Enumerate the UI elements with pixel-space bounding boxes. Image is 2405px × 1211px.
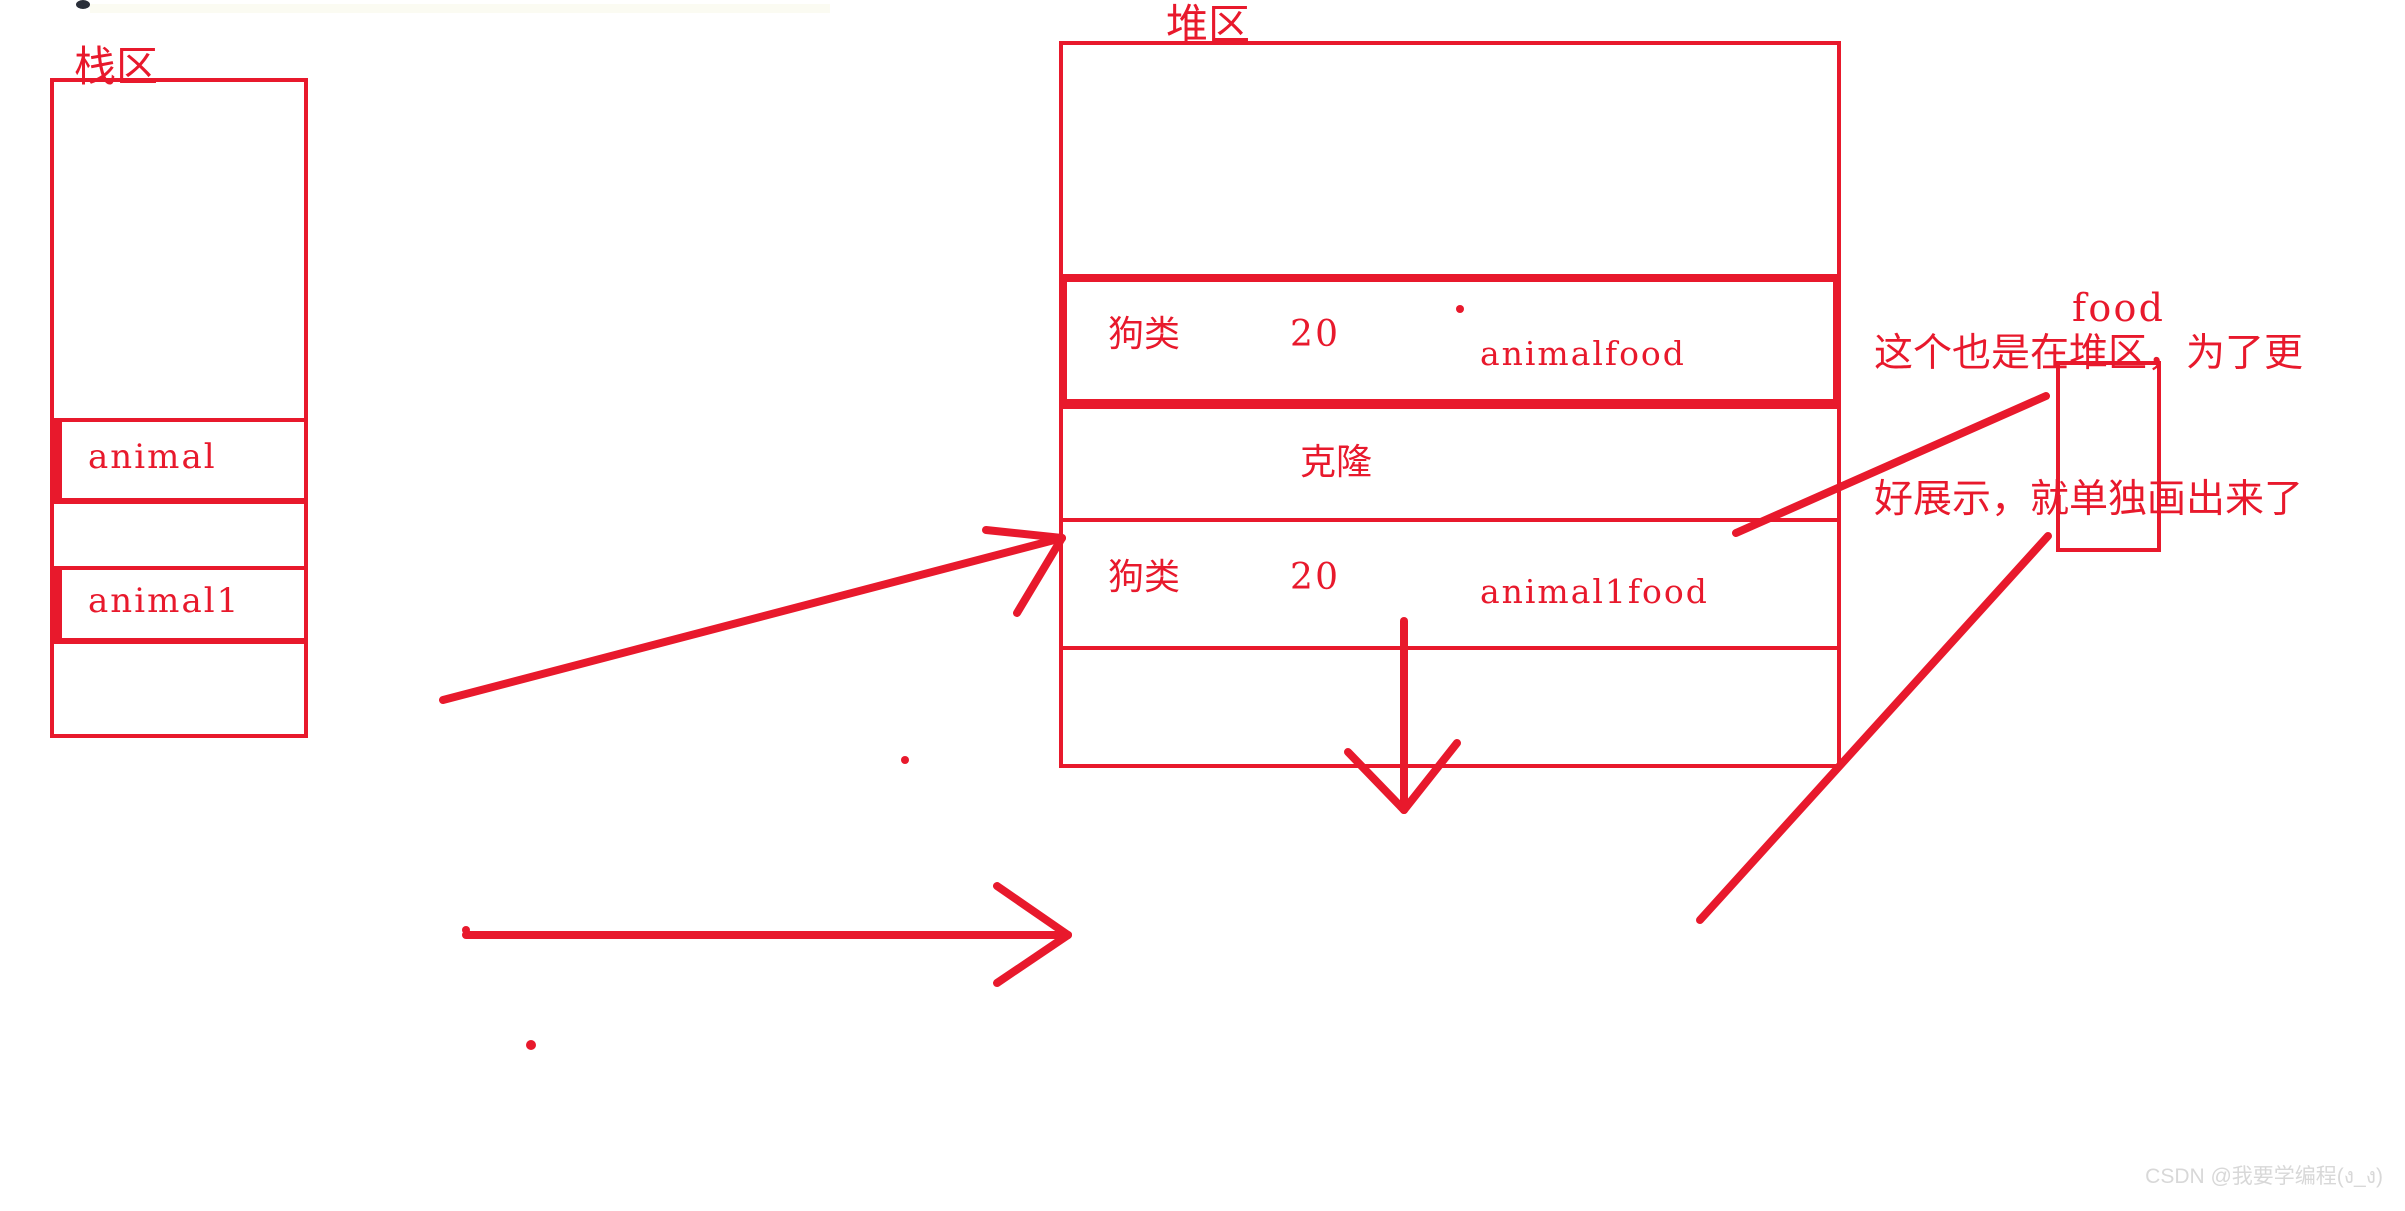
ink-dot-c <box>526 1040 536 1050</box>
stack-cell-animal1-label: animal1 <box>88 581 241 621</box>
heap-object-animal1-size: 20 <box>1290 557 1341 598</box>
heap-object-animal-type: 狗类 <box>1108 314 1181 354</box>
heap-object-animal1-food: animal1food <box>1480 572 1709 611</box>
arrow-animal-to-heap-object <box>439 526 1066 704</box>
scan-artifact-dot <box>76 0 90 9</box>
heap-object-animal-size: 20 <box>1290 314 1341 355</box>
heap-object-animal1-type: 狗类 <box>1108 557 1181 597</box>
heap-divider-3 <box>1059 518 1841 522</box>
heap-annotation-line1: 这个也是在堆区，为了更 <box>1874 331 2304 375</box>
heap-object-animal-food: animalfood <box>1480 334 1686 373</box>
ink-dot-d <box>462 926 470 934</box>
diagram-canvas: 栈区 animal animal1 堆区 狗类 20 animalfood 狗类… <box>0 0 2405 1211</box>
ink-dot-b <box>901 756 909 764</box>
clone-label: 克隆 <box>1300 442 1373 482</box>
heap-annotation-line2: 好展示，就单独画出来了 <box>1874 477 2304 521</box>
heap-divider-4 <box>1059 646 1841 650</box>
heap-annotation: 这个也是在堆区，为了更 好展示，就单独画出来了 <box>1874 232 2374 622</box>
csdn-watermark: CSDN @我要学编程(ง_ง) <box>2145 1165 2383 1188</box>
stack-cell-animal-label: animal <box>88 437 217 477</box>
scan-artifact-band <box>90 4 830 13</box>
arrow-animal1-to-heap-object <box>462 882 1072 987</box>
